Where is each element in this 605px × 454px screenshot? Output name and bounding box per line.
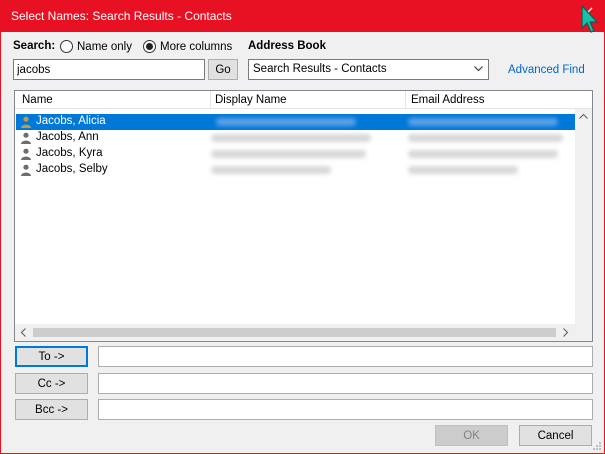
address-book-label: Address Book <box>248 40 326 52</box>
contact-name: Jacobs, Kyra <box>36 147 103 159</box>
radio-more-columns-label: More columns <box>160 40 233 53</box>
bcc-field[interactable] <box>98 399 593 420</box>
chevron-right-icon[interactable] <box>563 328 569 337</box>
list-header: Name Display Name Email Address <box>15 91 592 109</box>
chevron-down-icon <box>474 66 483 72</box>
redacted-email <box>408 118 558 126</box>
redacted-email <box>408 134 563 142</box>
address-book-select[interactable]: Search Results - Contacts <box>248 59 489 80</box>
radio-name-only-label: Name only <box>77 40 132 53</box>
redacted-display-name <box>211 150 366 158</box>
horizontal-scroll-thumb[interactable] <box>33 328 556 337</box>
chevron-left-icon[interactable] <box>20 328 26 337</box>
bcc-button[interactable]: Bcc -> <box>15 399 88 420</box>
contact-name: Jacobs, Selby <box>36 163 108 175</box>
cancel-button[interactable]: Cancel <box>519 425 592 446</box>
redacted-display-name <box>211 134 371 142</box>
title-bar[interactable]: Select Names: Search Results - Contacts <box>1 1 604 32</box>
column-header-name[interactable]: Name <box>22 94 53 109</box>
person-icon <box>21 132 31 144</box>
contact-row[interactable]: Jacobs, Selby <box>16 162 576 178</box>
contact-name: Jacobs, Ann <box>36 131 99 143</box>
search-label: Search: <box>13 40 56 52</box>
person-icon <box>21 164 31 176</box>
to-field[interactable] <box>98 346 593 367</box>
chevron-up-icon[interactable] <box>579 113 588 119</box>
advanced-find-link[interactable]: Advanced Find <box>508 64 585 76</box>
search-input[interactable] <box>13 59 205 80</box>
resize-grip-icon[interactable] <box>592 441 602 451</box>
go-button[interactable]: Go <box>208 59 238 80</box>
horizontal-scrollbar[interactable] <box>15 324 592 341</box>
contact-name: Jacobs, Alicia <box>36 115 106 127</box>
column-separator[interactable] <box>210 91 211 109</box>
contact-row[interactable]: Jacobs, Alicia <box>16 114 576 130</box>
column-separator[interactable] <box>405 91 406 109</box>
contact-row[interactable]: Jacobs, Ann <box>16 130 576 146</box>
select-names-dialog: Select Names: Search Results - Contacts … <box>0 0 605 454</box>
ok-button[interactable]: OK <box>435 425 508 446</box>
person-icon <box>21 116 31 128</box>
redacted-display-name <box>211 166 331 174</box>
redacted-email <box>408 150 558 158</box>
redacted-email <box>408 166 518 174</box>
mouse-cursor-icon <box>581 4 599 33</box>
vertical-scrollbar[interactable] <box>575 109 592 325</box>
radio-circle-more-columns[interactable] <box>143 40 156 53</box>
to-button[interactable]: To -> <box>15 346 88 367</box>
contacts-list[interactable]: Name Display Name Email Address Jacobs, … <box>14 90 593 342</box>
person-icon <box>21 148 31 160</box>
radio-name-only[interactable]: Name only <box>60 40 132 53</box>
column-header-display-name[interactable]: Display Name <box>215 94 287 109</box>
radio-circle-name-only[interactable] <box>60 40 73 53</box>
address-book-selected: Search Results - Contacts <box>253 63 387 75</box>
contact-row[interactable]: Jacobs, Kyra <box>16 146 576 162</box>
column-header-email-address[interactable]: Email Address <box>411 94 485 109</box>
redacted-display-name <box>216 118 356 126</box>
window-title: Select Names: Search Results - Contacts <box>11 9 232 23</box>
cc-field[interactable] <box>98 373 593 394</box>
radio-more-columns[interactable]: More columns <box>143 40 232 53</box>
cc-button[interactable]: Cc -> <box>15 373 88 394</box>
